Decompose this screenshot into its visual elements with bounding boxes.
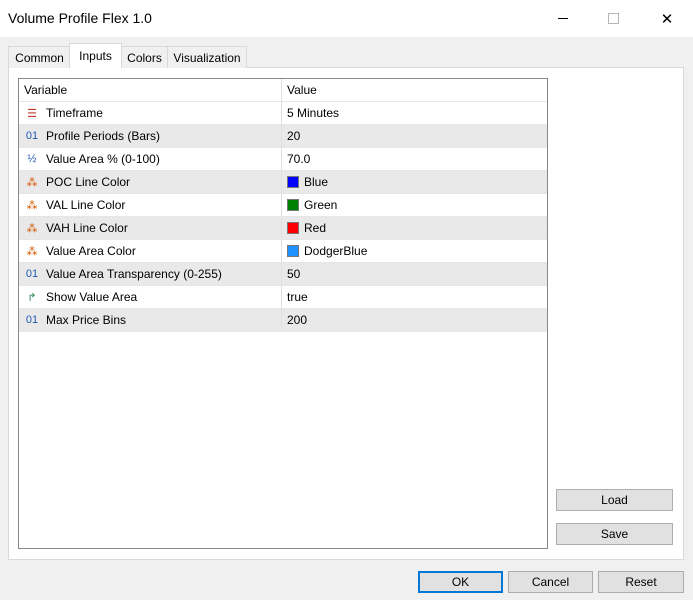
value-cell[interactable]: 70.0 xyxy=(282,148,547,170)
color-swatch xyxy=(287,199,299,211)
minimize-icon xyxy=(558,18,568,19)
tab-label: Colors xyxy=(127,50,162,65)
grid-row[interactable]: ½ Value Area % (0-100) 70.0 xyxy=(19,148,547,171)
variable-cell: ½ Value Area % (0-100) xyxy=(19,148,282,170)
tab-common[interactable]: Common xyxy=(8,46,71,68)
maximize-icon xyxy=(607,13,619,24)
value-cell[interactable]: DodgerBlue xyxy=(282,240,547,262)
tab-label: Inputs xyxy=(79,49,112,63)
variable-column-header: Variable xyxy=(19,79,282,101)
boolean-icon: ↱ xyxy=(27,291,37,304)
tab-label: Visualization xyxy=(173,50,241,65)
value-text: 200 xyxy=(287,313,308,327)
color-icon: ⁂ xyxy=(26,222,38,235)
grid-row[interactable]: ⁂ Value Area Color DodgerBlue xyxy=(19,240,547,263)
fraction-icon: ½ xyxy=(27,153,37,165)
value-cell[interactable]: Blue xyxy=(282,171,547,193)
variable-label: Value Area Transparency (0-255) xyxy=(46,267,222,281)
value-cell[interactable]: 20 xyxy=(282,125,547,147)
ok-button[interactable]: OK xyxy=(418,571,503,593)
grid-row[interactable]: 01 Value Area Transparency (0-255) 50 xyxy=(19,263,547,286)
variable-cell: ⁂ VAH Line Color xyxy=(19,217,282,239)
value-cell[interactable]: true xyxy=(282,286,547,308)
tab-colors[interactable]: Colors xyxy=(120,46,169,68)
variable-label: POC Line Color xyxy=(46,175,131,189)
load-button[interactable]: Load xyxy=(556,489,673,511)
grid-row[interactable]: 01 Max Price Bins 200 xyxy=(19,309,547,332)
variable-label: Timeframe xyxy=(46,106,103,120)
grid-row[interactable]: ⁂ VAL Line Color Green xyxy=(19,194,547,217)
color-icon: ⁂ xyxy=(26,245,38,258)
variable-label: Max Price Bins xyxy=(46,313,127,327)
grid-row[interactable]: ↱ Show Value Area true xyxy=(19,286,547,309)
grid-row[interactable]: 01 Profile Periods (Bars) 20 xyxy=(19,125,547,148)
variable-label: Show Value Area xyxy=(46,290,138,304)
integer-icon: 01 xyxy=(25,314,39,326)
variable-cell: 01 Profile Periods (Bars) xyxy=(19,125,282,147)
variable-label: Value Area Color xyxy=(46,244,136,258)
value-text: true xyxy=(287,290,308,304)
color-swatch xyxy=(287,176,299,188)
close-icon: ✕ xyxy=(660,10,674,28)
variable-cell: ⁂ Value Area Color xyxy=(19,240,282,262)
color-swatch xyxy=(287,245,299,257)
variable-cell: ⁂ VAL Line Color xyxy=(19,194,282,216)
inputs-grid: Variable Value ☰ Timeframe 5 Minutes 01 Prof… xyxy=(18,78,548,549)
timeframe-icon: ☰ xyxy=(27,107,37,120)
maximize-button[interactable] xyxy=(590,0,636,37)
value-text: 50 xyxy=(287,267,301,281)
color-icon: ⁂ xyxy=(26,199,38,212)
tab-label: Common xyxy=(15,50,64,65)
title-bar: Volume Profile Flex 1.0 ✕ xyxy=(0,0,693,37)
variable-label: Profile Periods (Bars) xyxy=(46,129,161,143)
cancel-button[interactable]: Cancel xyxy=(508,571,593,593)
value-text: 70.0 xyxy=(287,152,311,166)
color-icon: ⁂ xyxy=(26,176,38,189)
value-text: DodgerBlue xyxy=(304,244,368,258)
value-cell[interactable]: 200 xyxy=(282,309,547,331)
tab-visualization[interactable]: Visualization xyxy=(167,46,247,68)
integer-icon: 01 xyxy=(25,130,39,142)
variable-label: VAH Line Color xyxy=(46,221,128,235)
variable-cell: ⁂ POC Line Color xyxy=(19,171,282,193)
value-cell[interactable]: Green xyxy=(282,194,547,216)
close-button[interactable]: ✕ xyxy=(644,0,690,37)
grid-header: Variable Value xyxy=(19,79,547,102)
window-title: Volume Profile Flex 1.0 xyxy=(8,10,152,26)
grid-row[interactable]: ⁂ POC Line Color Blue xyxy=(19,171,547,194)
variable-label: VAL Line Color xyxy=(46,198,126,212)
reset-button[interactable]: Reset xyxy=(598,571,684,593)
tab-inputs[interactable]: Inputs xyxy=(69,43,122,68)
value-cell[interactable]: 5 Minutes xyxy=(282,102,547,124)
integer-icon: 01 xyxy=(25,268,39,280)
grid-row[interactable]: ☰ Timeframe 5 Minutes xyxy=(19,102,547,125)
minimize-button[interactable] xyxy=(540,0,586,37)
grid-row[interactable]: ⁂ VAH Line Color Red xyxy=(19,217,547,240)
value-cell[interactable]: 50 xyxy=(282,263,547,285)
value-cell[interactable]: Red xyxy=(282,217,547,239)
value-text: Blue xyxy=(304,175,329,189)
variable-cell: ↱ Show Value Area xyxy=(19,286,282,308)
variable-cell: ☰ Timeframe xyxy=(19,102,282,124)
save-button[interactable]: Save xyxy=(556,523,673,545)
value-text: Green xyxy=(304,198,338,212)
variable-cell: 01 Value Area Transparency (0-255) xyxy=(19,263,282,285)
value-text: 5 Minutes xyxy=(287,106,340,120)
variable-cell: 01 Max Price Bins xyxy=(19,309,282,331)
variable-label: Value Area % (0-100) xyxy=(46,152,160,166)
value-text: 20 xyxy=(287,129,301,143)
value-column-header: Value xyxy=(287,83,317,97)
color-swatch xyxy=(287,222,299,234)
value-text: Red xyxy=(304,221,327,235)
